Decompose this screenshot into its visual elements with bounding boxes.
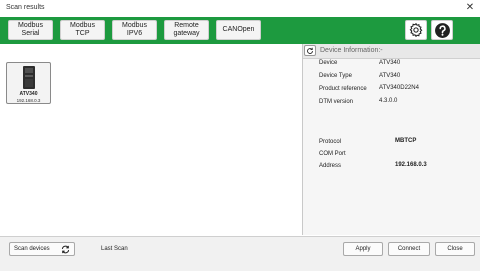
close-button[interactable]: Close [435,242,475,256]
connect-button[interactable]: Connect [388,242,430,256]
device-label: Device [319,60,338,66]
help-icon [434,22,450,38]
refresh-icon [307,47,313,54]
remote-gateway-button[interactable]: Remote gateway [164,20,209,40]
protocol-toolbar: Modbus Serial Modbus TCP Modbus IPV6 Remote… [0,17,480,44]
dtm-version-label: DTM version [319,99,354,105]
modbus-ipv6-button[interactable]: Modbus IPV6 [112,20,157,40]
product-reference-value: ATV340D22N4 [379,85,419,91]
button-label-line1: Modbus [70,22,95,29]
device-type-value: ATV340 [379,73,401,79]
button-label-line2: Serial [21,30,40,37]
button-label-line1: Modbus [122,22,147,29]
device-info-pane: Device Information:- Device ATV340 Devic… [303,44,480,235]
refresh-info-button[interactable] [304,45,316,56]
modbus-tcp-button[interactable]: Modbus TCP [60,20,105,40]
dtm-version-value: 4.3.0.0 [379,98,398,104]
canopen-button[interactable]: CANOpen [216,20,261,40]
button-label-line2: gateway [173,30,200,37]
protocol-label: Protocol [319,139,342,145]
scan-devices-label: Scan devices [14,246,50,252]
device-value: ATV340 [379,60,401,66]
device-ip: 192.168.0.3 [16,98,41,103]
gear-icon [409,22,423,38]
help-button[interactable] [431,20,453,40]
address-label: Address [319,163,342,169]
button-label-line1: Remote [174,22,199,29]
address-value: 192.168.0.3 [395,162,427,168]
button-label-line1: CANOpen [222,26,255,33]
apply-button[interactable]: Apply [343,242,383,256]
window-title: Scan results [6,4,45,11]
title-bar: Scan results ✕ [0,0,480,17]
refresh-icon [61,245,70,253]
close-icon[interactable]: ✕ [463,1,477,15]
device-info-header: Device Information:- [303,44,480,59]
bottom-bar: Scan devices Last Scan Apply Connect Clo… [0,236,480,271]
modbus-serial-button[interactable]: Modbus Serial [8,20,53,40]
device-name: ATV340 [19,91,38,97]
button-label-line2: TCP [75,30,90,37]
drive-device-icon [23,66,35,89]
com-port-label: COM Port [319,151,346,157]
button-label-line1: Modbus [18,22,43,29]
device-type-label: Device Type [319,73,352,79]
last-scan-label: Last Scan [101,246,128,252]
settings-button[interactable] [405,20,427,40]
product-reference-label: Product reference [319,86,367,92]
button-label-line2: IPV6 [126,30,143,37]
protocol-value: MBTCP [395,138,417,144]
device-info-title: Device Information:- [320,47,383,54]
scan-devices-button[interactable]: Scan devices [9,242,75,256]
device-card[interactable]: ATV340 192.168.0.3 [6,62,51,104]
